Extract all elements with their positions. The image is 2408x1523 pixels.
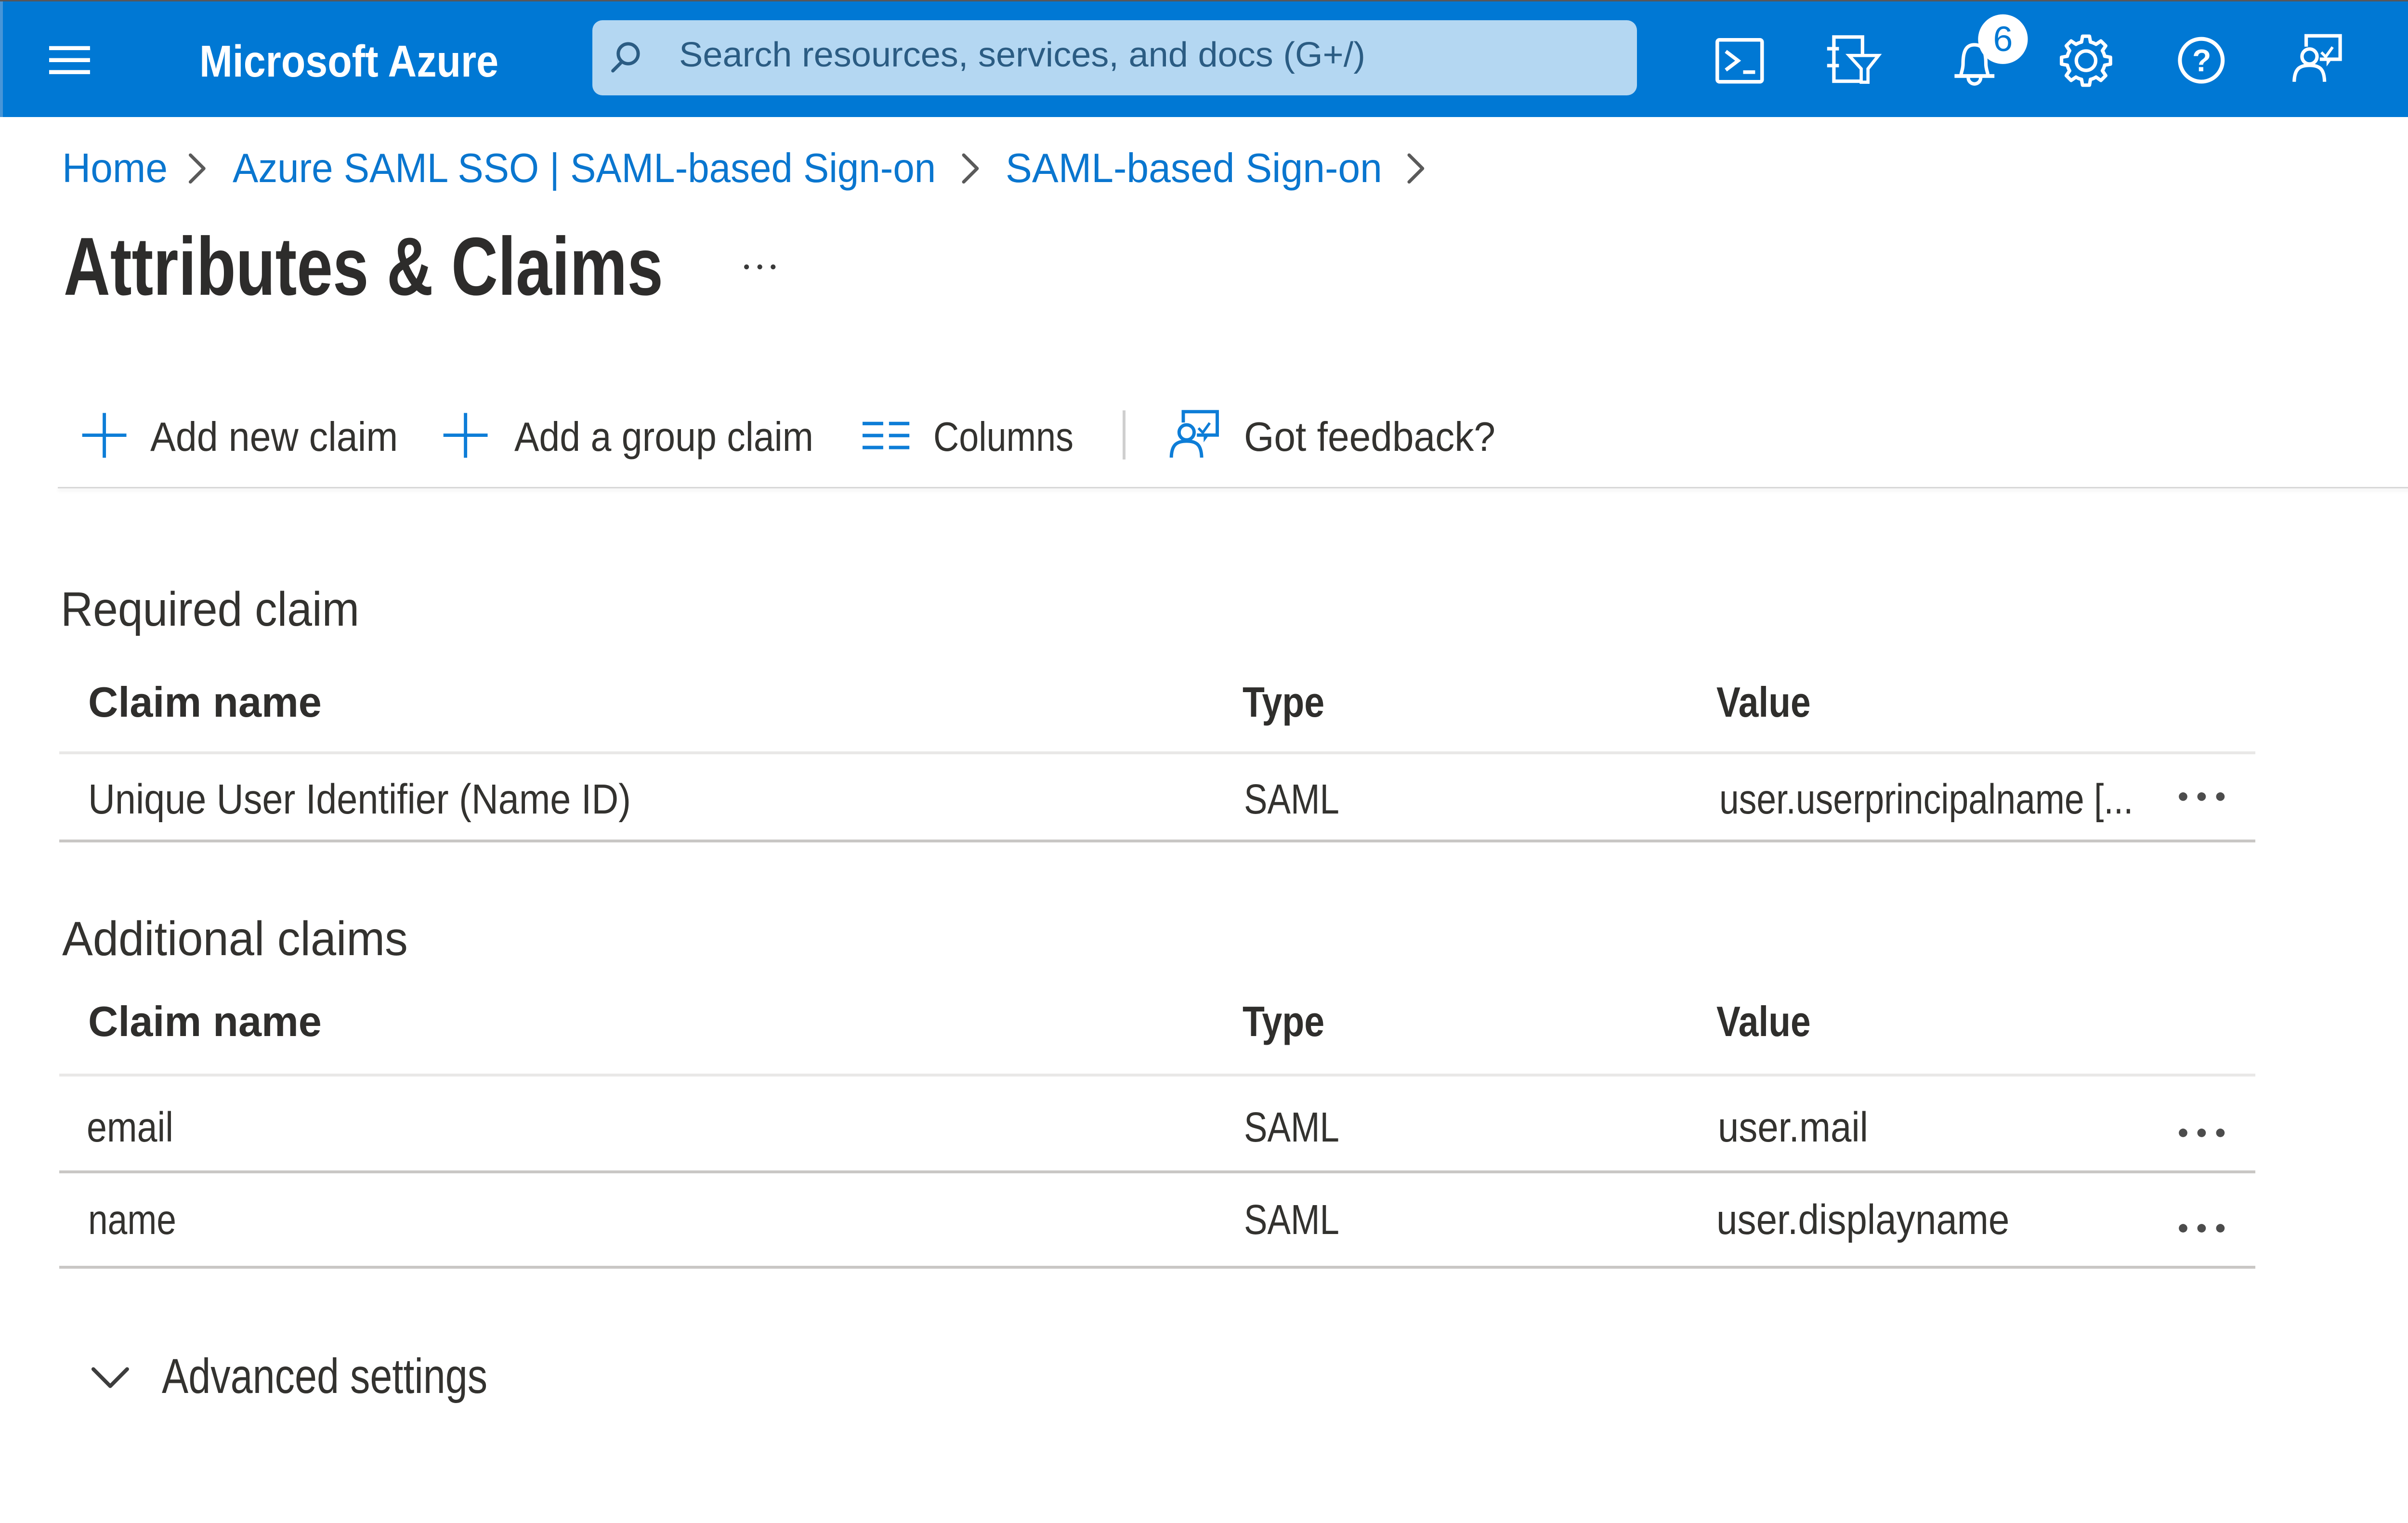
svg-text:6: 6 (1993, 19, 2013, 59)
svg-text:?: ? (2192, 43, 2211, 78)
